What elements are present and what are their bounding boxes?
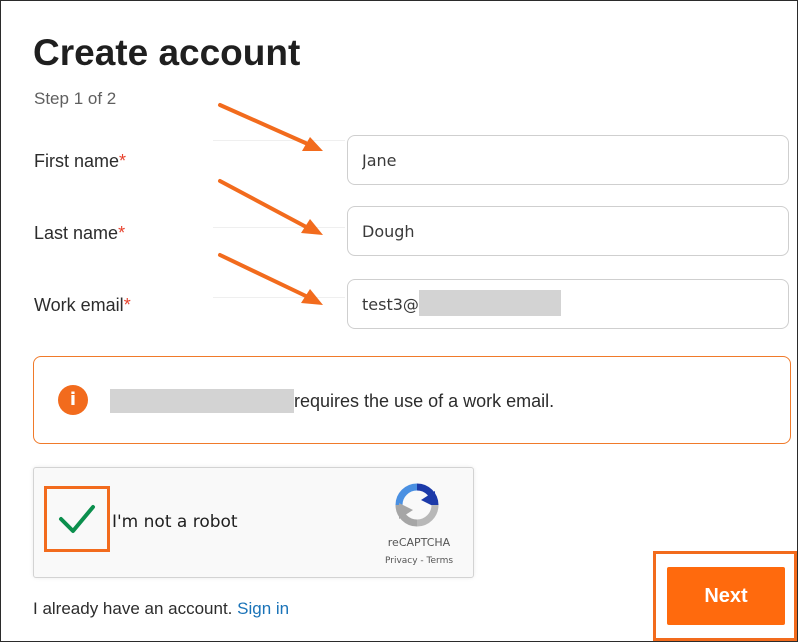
work-email-input[interactable]	[347, 279, 789, 329]
required-marker: *	[123, 295, 131, 315]
work-email-label: Work email*	[34, 295, 131, 316]
last-name-input[interactable]	[347, 206, 789, 256]
first-name-input[interactable]	[347, 135, 789, 185]
annotation-arrow-icon	[218, 103, 323, 151]
last-name-label-text: Last name	[34, 223, 119, 243]
step-indicator: Step 1 of 2	[34, 89, 117, 108]
first-name-label-text: First name	[34, 151, 120, 171]
annotation-arrow-icon	[218, 253, 323, 305]
required-marker: *	[118, 223, 126, 243]
last-name-label: Last name*	[34, 223, 125, 244]
recaptcha-logo-icon	[395, 483, 439, 527]
work-email-notice: i requires the use of a work email.	[33, 356, 791, 444]
recaptcha-brand: reCAPTCHA	[387, 536, 451, 549]
redacted-email-domain	[419, 290, 561, 316]
info-icon: i	[58, 385, 88, 415]
signin-prompt: I already have an account.	[33, 599, 233, 618]
page-title: Create account	[33, 32, 301, 73]
next-button[interactable]: Next	[667, 567, 785, 625]
signin-row: I already have an account. Sign in	[33, 599, 289, 619]
not-a-robot-label: I'm not a robot	[112, 512, 238, 532]
checkmark-icon	[59, 505, 95, 533]
notice-text: requires the use of a work email.	[294, 391, 555, 411]
required-marker: *	[119, 151, 127, 171]
annotation-arrow-icon	[218, 179, 323, 235]
signin-link[interactable]: Sign in	[237, 599, 289, 618]
recaptcha-checkbox[interactable]	[44, 486, 110, 552]
recaptcha-widget: I'm not a robot reCAPTCHA Privacy - Term…	[33, 467, 474, 578]
recaptcha-privacy-terms[interactable]: Privacy - Terms	[369, 556, 469, 566]
first-name-label: First name*	[34, 151, 126, 172]
work-email-label-text: Work email	[34, 295, 124, 315]
create-account-panel: Create account Step 1 of 2 First name* L…	[0, 0, 798, 642]
redacted-company-name	[110, 389, 294, 413]
